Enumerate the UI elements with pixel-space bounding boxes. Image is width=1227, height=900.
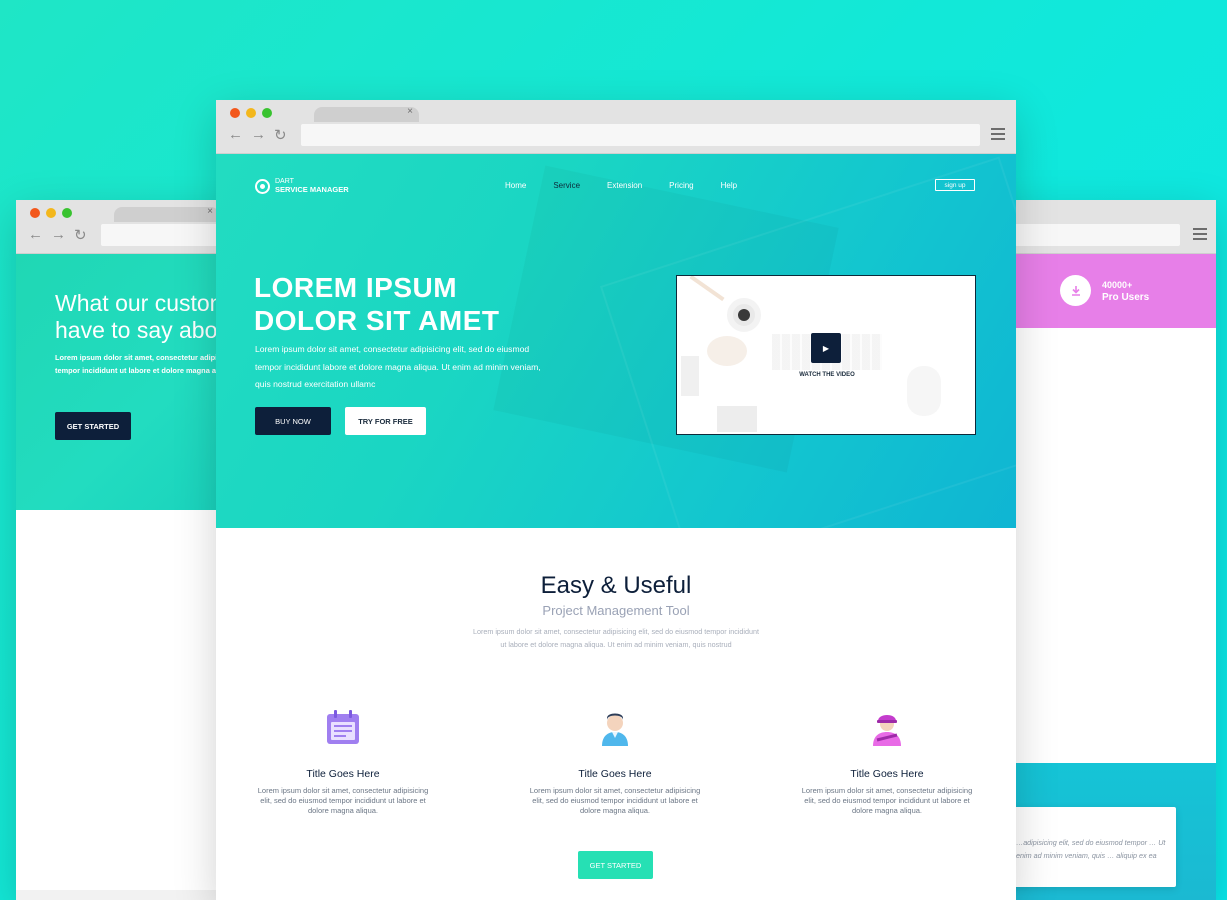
worker-icon: [867, 708, 907, 748]
left-hero-text-line2: tempor incididunt ut labore et dolore ma…: [55, 366, 236, 375]
tab-close-icon[interactable]: ×: [407, 106, 413, 117]
main-nav: Home Service Extension Pricing Help: [505, 181, 764, 190]
logo-text: DART SERVICE MANAGER: [275, 178, 349, 194]
close-dot[interactable]: [30, 208, 40, 218]
section-title: Easy & Useful: [540, 572, 692, 599]
pen-image: [689, 276, 725, 302]
window-controls: [30, 208, 72, 218]
forward-arrow-icon[interactable]: →: [251, 126, 266, 144]
watch-video-label: WATCH THE VIDEO: [799, 372, 855, 378]
hero-title: LOREM IPSUM DOLOR SIT AMET: [254, 271, 500, 337]
feature-card: Title Goes Here Lorem ipsum dolor sit am…: [797, 708, 977, 816]
forward-arrow-icon[interactable]: →: [51, 226, 66, 244]
left-get-started-button[interactable]: GET STARTED: [55, 412, 131, 440]
right-browser-window: 40000+ Pro Users …adipisicing elit, sed …: [990, 200, 1216, 900]
nav-item-extension[interactable]: Extension: [607, 181, 642, 190]
feature-card: Title Goes Here Lorem ipsum dolor sit am…: [525, 708, 705, 816]
nav-item-help[interactable]: Help: [721, 181, 737, 190]
notebook-image: [681, 356, 699, 396]
feature-title: Title Goes Here: [578, 768, 652, 780]
hero-title-line1: LOREM IPSUM: [254, 272, 458, 303]
maximize-dot[interactable]: [62, 208, 72, 218]
section-subtitle: Project Management Tool: [542, 603, 690, 618]
window-controls: [230, 108, 272, 118]
feature-description: Lorem ipsum dolor sit amet, consectetur …: [801, 786, 973, 815]
pro-users-label: Pro Users: [1102, 292, 1150, 303]
mouse-image: [907, 366, 941, 416]
browser-tab[interactable]: ×: [114, 206, 219, 222]
left-bottom-strip: [16, 890, 246, 900]
feature-description: Lorem ipsum dolor sit amet, consectetur …: [529, 786, 701, 815]
left-hero-heading-line2: have to say about: [55, 317, 237, 343]
get-started-button[interactable]: GET STARTED: [578, 851, 653, 879]
hero-description: Lorem ipsum dolor sit amet, consectetur …: [255, 344, 541, 389]
hero-title-line2: DOLOR SIT AMET: [254, 305, 500, 336]
browser-toolbar: × ← → ↻: [16, 200, 261, 254]
browser-tab[interactable]: ×: [314, 106, 419, 122]
maximize-dot[interactable]: [262, 108, 272, 118]
browser-toolbar: × ← → ↻: [216, 100, 1016, 154]
testimonial-text: …adipisicing elit, sed do eiusmod tempor…: [1016, 838, 1166, 860]
close-dot[interactable]: [230, 108, 240, 118]
try-for-free-button[interactable]: TRY FOR FREE: [345, 407, 426, 435]
pro-users-banner: 40000+ Pro Users: [990, 254, 1216, 328]
browser-toolbar: [990, 200, 1216, 254]
main-hero: DART SERVICE MANAGER Home Service Extens…: [216, 154, 1016, 528]
minimize-dot[interactable]: [246, 108, 256, 118]
logo-text-bottom: SERVICE MANAGER: [275, 185, 349, 194]
nav-item-service[interactable]: Service: [553, 181, 580, 190]
back-arrow-icon[interactable]: ←: [28, 226, 43, 244]
section-description: Lorem ipsum dolor sit amet, consectetur …: [472, 627, 760, 649]
calendar-icon: [323, 708, 363, 748]
download-icon[interactable]: [1060, 275, 1091, 306]
nav-buttons: ← → ↻: [228, 126, 287, 144]
address-bar[interactable]: [301, 124, 980, 146]
pro-users-count: 40000+: [1102, 280, 1133, 290]
feature-card: Title Goes Here Lorem ipsum dolor sit am…: [253, 708, 433, 816]
phone-image: [717, 406, 757, 432]
hand-image: [707, 336, 747, 366]
tab-close-icon[interactable]: ×: [207, 206, 213, 217]
left-hero: What our customers have to say about Lor…: [16, 254, 246, 510]
coffee-cup-image: [727, 298, 761, 332]
reload-icon[interactable]: ↻: [74, 226, 87, 244]
feature-title: Title Goes Here: [850, 768, 924, 780]
menu-icon[interactable]: [991, 128, 1005, 140]
feature-description: Lorem ipsum dolor sit amet, consectetur …: [257, 786, 429, 815]
left-browser-window: × ← → ↻ What our customers have to say a…: [16, 200, 261, 900]
nav-item-home[interactable]: Home: [505, 181, 526, 190]
nav-item-pricing[interactable]: Pricing: [669, 181, 693, 190]
back-arrow-icon[interactable]: ←: [228, 126, 243, 144]
buy-now-button[interactable]: BUY NOW: [255, 407, 331, 435]
testimonial-card: …adipisicing elit, sed do eiusmod tempor…: [1004, 807, 1176, 887]
feature-title: Title Goes Here: [306, 768, 380, 780]
address-bar[interactable]: [990, 224, 1180, 246]
menu-icon[interactable]: [1193, 228, 1207, 240]
logo-icon: [255, 178, 270, 194]
reload-icon[interactable]: ↻: [274, 126, 287, 144]
minimize-dot[interactable]: [46, 208, 56, 218]
user-icon: [595, 708, 635, 748]
play-icon[interactable]: ▶: [811, 333, 841, 363]
main-browser-window: × ← → ↻ DART SERVICE MANAGER Home Servic…: [216, 100, 1016, 900]
sign-up-button[interactable]: sign up: [935, 179, 975, 191]
video-card[interactable]: ▶ WATCH THE VIDEO: [676, 275, 976, 435]
nav-buttons: ← → ↻: [28, 226, 87, 244]
logo[interactable]: DART SERVICE MANAGER: [255, 178, 349, 194]
